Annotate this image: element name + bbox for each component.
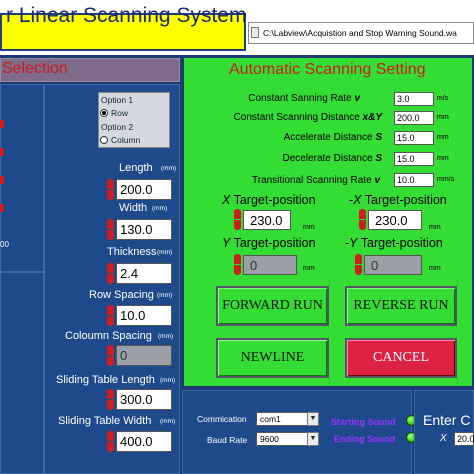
accelerate-distance-label: Accelerate Distance S	[283, 132, 382, 143]
ending-sound-label: Ending Sound	[334, 434, 395, 444]
x-target-label: X Target-position	[222, 193, 316, 207]
starting-sound-label: Starting Sound	[331, 417, 396, 427]
sliding-table-length-label: Sliding Table Length	[56, 374, 155, 386]
sliding-table-width-label: Sliding Table Width	[58, 415, 152, 427]
column-spacing-input[interactable]: 0	[116, 345, 172, 366]
accelerate-distance-unit: mm	[437, 134, 449, 141]
y-target-spinner[interactable]	[234, 254, 241, 275]
enter-title: Enter C	[423, 412, 471, 428]
neg-y-target-spinner[interactable]	[355, 254, 362, 275]
indicator-tick	[0, 176, 4, 184]
indicator-tick	[0, 148, 4, 156]
x-target-spinner[interactable]	[234, 209, 241, 230]
row-spacing-unit: (mm)	[157, 292, 173, 299]
x-target-input[interactable]: 230.0	[243, 210, 291, 230]
indicator-tick	[0, 204, 4, 212]
width-spinner[interactable]	[107, 219, 114, 240]
length-unit: (mm)	[161, 165, 177, 172]
column-spacing-label: Coloumn Spacing	[65, 330, 152, 342]
y-target-label: Y Target-position	[222, 236, 316, 250]
constant-distance-label: Constant Scanning Distance x&Y	[233, 112, 382, 123]
baud-rate-select[interactable]: 9600	[256, 432, 308, 446]
width-label: Width	[119, 202, 148, 214]
row-spacing-input[interactable]: 10.0	[116, 305, 172, 326]
sliding-table-length-spinner[interactable]	[107, 389, 114, 410]
selection-title: Selection	[2, 60, 68, 77]
constant-rate-unit: m/s	[437, 95, 449, 102]
column-spacing-unit: (mm)	[158, 333, 174, 340]
accelerate-distance-input[interactable]: 15.0	[394, 131, 434, 145]
neg-x-target-input[interactable]: 230.0	[368, 210, 422, 230]
length-input[interactable]: 200.0	[116, 179, 172, 200]
decelerate-distance-unit: mm	[437, 155, 449, 162]
sliding-table-width-unit: (mm)	[160, 418, 176, 425]
sliding-table-width-input[interactable]: 400.0	[116, 431, 172, 452]
baud-rate-chevron-down-icon[interactable]: ▼	[307, 432, 319, 446]
thickness-input[interactable]: 2.4	[116, 263, 172, 284]
selection-left-column-lower	[0, 272, 44, 474]
port-chevron-down-icon[interactable]: ▼	[307, 412, 319, 426]
transitional-rate-label: Transitional Scanning Rate v	[251, 175, 380, 186]
neg-y-target-input[interactable]: 0	[364, 255, 422, 275]
row-spacing-spinner[interactable]	[107, 305, 114, 326]
row-spacing-label: Row Spacing	[89, 289, 154, 301]
sliding-table-length-unit: (mm)	[160, 377, 176, 384]
length-label: Length	[119, 162, 153, 174]
constant-distance-unit: mm	[437, 114, 449, 121]
option1-label: Option 1	[101, 95, 134, 105]
y-target-unit: mm	[303, 265, 315, 272]
enter-x-label: X	[440, 433, 447, 444]
thickness-spinner[interactable]	[107, 263, 114, 284]
neg-x-target-label: -X Target-position	[349, 193, 447, 207]
neg-y-target-label: -Y Target-position	[345, 236, 443, 250]
left-tick-label: 00	[0, 240, 9, 249]
app-title: r Linear Scanning System	[6, 4, 247, 27]
enter-x-input[interactable]: 20.0	[454, 432, 474, 446]
reverse-run-button[interactable]: REVERSE RUN	[345, 286, 457, 326]
decelerate-distance-input[interactable]: 15.0	[394, 152, 434, 166]
baud-rate-label: Baud Rate	[207, 435, 248, 445]
row-radio[interactable]	[100, 109, 108, 117]
folder-icon[interactable]	[251, 27, 259, 38]
thickness-unit: (mm)	[157, 249, 173, 256]
automatic-scanning-title: Automatic Scanning Setting	[229, 61, 426, 78]
row-radio-label: Row	[111, 108, 129, 118]
column-radio-label: Column	[111, 135, 141, 145]
column-spacing-spinner[interactable]	[107, 345, 114, 366]
transitional-rate-input[interactable]: 10.0	[394, 173, 434, 187]
column-radio[interactable]	[100, 136, 108, 144]
decelerate-distance-label: Decelerate Distance S	[282, 153, 383, 164]
cancel-button[interactable]: CANCEL	[345, 338, 457, 378]
forward-run-button[interactable]: FORWARD RUN	[216, 286, 329, 326]
option2-label: Option 2	[101, 122, 134, 132]
sliding-table-length-input[interactable]: 300.0	[116, 389, 172, 410]
width-input[interactable]: 130.0	[116, 219, 172, 240]
constant-rate-label: Constant Sanning Rate v	[248, 93, 360, 104]
neg-y-target-unit: mm	[429, 265, 441, 272]
y-target-input[interactable]: 0	[243, 255, 297, 275]
width-unit: (mm)	[152, 205, 168, 212]
neg-x-target-unit: mm	[429, 224, 441, 231]
x-target-unit: mm	[303, 224, 315, 231]
port-select[interactable]: com1	[256, 412, 308, 426]
constant-distance-input[interactable]: 200.0	[394, 111, 434, 125]
neg-x-target-spinner[interactable]	[359, 209, 366, 230]
port-label: Commication	[197, 414, 247, 424]
constant-rate-input[interactable]: 3.0	[394, 92, 434, 106]
length-spinner[interactable]	[107, 179, 114, 200]
file-path-input[interactable]: C:\Labview\Acquistion and Stop Warning S…	[248, 22, 474, 44]
indicator-tick	[0, 120, 4, 128]
thickness-label: Thickness	[107, 246, 157, 258]
sliding-table-width-spinner[interactable]	[107, 431, 114, 452]
transitional-rate-unit: mm/s	[437, 176, 455, 183]
newline-button[interactable]: NEWLINE	[216, 338, 329, 378]
